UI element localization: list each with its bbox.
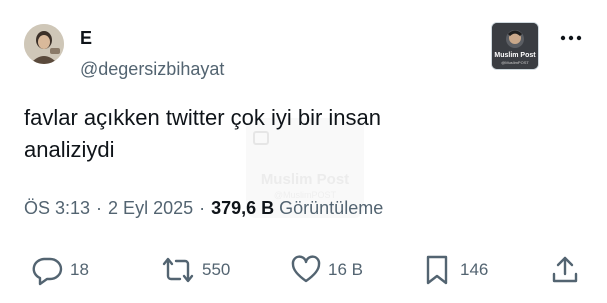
bookmark-count: 146 [460,260,489,279]
avatar[interactable] [24,24,64,64]
like-icon [291,255,321,283]
meta-separator: · [96,197,103,218]
user-handle[interactable]: @degersizbihayat [80,58,224,80]
muslim-post-logo: Muslim Post @MuslimPOST [491,22,539,70]
tweet-text: favlar açıkken twitter çok iyi bir insan… [24,105,382,162]
tweet-time[interactable]: ÖS 3:13 [24,198,90,219]
avatar-image [24,24,64,64]
views-count: 379,6 B [211,197,275,218]
logo-brand-text: Muslim Post [494,52,536,59]
share-button[interactable] [550,254,580,286]
display-name[interactable]: E [80,28,92,48]
more-button[interactable] [556,26,586,50]
repost-icon [162,257,194,283]
like-button[interactable]: 16 B [290,254,363,286]
bookmark-button[interactable]: 146 [424,254,488,286]
reply-icon [32,257,63,286]
repost-button[interactable]: 550 [160,254,230,286]
bookmark-icon [426,255,448,285]
action-bar: 18 550 16 B 146 [0,254,607,286]
tweet-date[interactable]: 2 Eyl 2025 [108,198,193,219]
repost-count: 550 [202,260,231,279]
tweet-meta: ÖS 3:13 · 2 Eyl 2025 · 379,6 B Görüntüle… [24,194,383,222]
reply-count: 18 [70,260,89,279]
more-icon [560,35,582,41]
tweet-card: E @degersizbihayat Muslim Post @MuslimPO… [0,0,607,303]
reply-button[interactable]: 18 [30,254,89,286]
logo-sub-text: @MuslimPOST [501,60,529,65]
meta-separator: · [199,197,206,218]
share-icon [552,256,578,283]
watermark-brand: Muslim Post [261,171,349,188]
views-label: Görüntüleme [279,197,384,218]
logo-image: Muslim Post @MuslimPOST [492,23,538,69]
like-count: 16 B [328,260,363,279]
